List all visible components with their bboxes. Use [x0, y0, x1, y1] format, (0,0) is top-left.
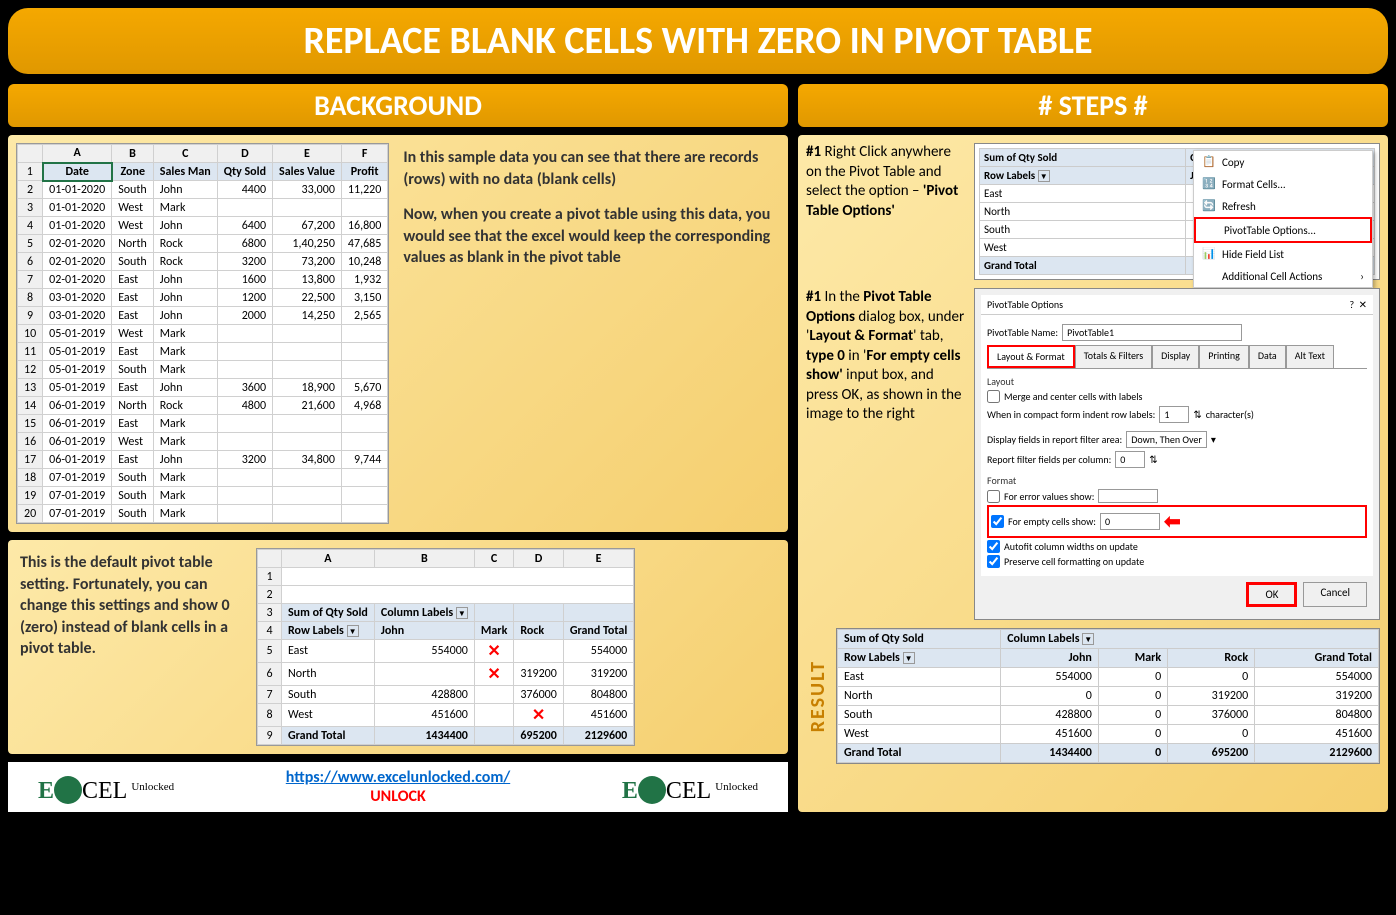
tab-printing[interactable]: Printing [1199, 345, 1249, 368]
menu-hide-field-list[interactable]: 📊Hide Field List [1194, 243, 1372, 265]
default-pivot-panel: This is the default pivot table setting.… [8, 540, 788, 754]
report-filter-input[interactable]: 0 [1115, 451, 1145, 468]
name-label: PivotTable Name: [987, 326, 1058, 339]
dropdown-icon[interactable]: ▼ [1038, 170, 1050, 182]
tab-display[interactable]: Display [1152, 345, 1199, 368]
display-fields-select[interactable]: Down, Then Over [1126, 431, 1207, 448]
pivottable-options-dialog: PivotTable Options ? ✕ PivotTable Name: … [974, 288, 1380, 620]
spinner-icon[interactable]: ⇅ [1193, 408, 1201, 421]
display-fields-label: Display fields in report filter area: [987, 433, 1122, 446]
autofit-checkbox[interactable] [987, 540, 1000, 553]
tab-data[interactable]: Data [1249, 345, 1286, 368]
steps-panel: #1 Right Click anywhere on the Pivot Tab… [798, 135, 1388, 812]
layout-section-label: Layout [987, 375, 1367, 388]
menu-refresh[interactable]: 🔄Refresh [1194, 195, 1372, 217]
page-title: REPLACE BLANK CELLS WITH ZERO IN PIVOT T… [8, 8, 1388, 74]
menu-copy[interactable]: 📋Copy [1194, 151, 1372, 173]
steps-header: # STEPS # [798, 84, 1388, 127]
dialog-tabs: Layout & Format Totals & Filters Display… [987, 345, 1367, 369]
menu-format-cells[interactable]: 🔢Format Cells... [1194, 173, 1372, 195]
empty-cells-checkbox[interactable] [991, 515, 1004, 528]
indent-label: When in compact form indent row labels: [987, 408, 1155, 421]
format-icon: 🔢 [1202, 177, 1216, 191]
tab-totals-filters[interactable]: Totals & Filters [1075, 345, 1152, 368]
logo-right: ECEL Unlocked [622, 770, 758, 805]
background-panel: ABCDEF1DateZoneSales ManQty SoldSales Va… [8, 135, 788, 532]
spinner-icon[interactable]: ⇅ [1149, 453, 1157, 466]
step1-text: #1 Right Click anywhere on the Pivot Tab… [806, 143, 966, 280]
indent-input[interactable]: 1 [1159, 406, 1189, 423]
context-menu: 📋Copy 🔢Format Cells... 🔄Refresh PivotTab… [1193, 150, 1373, 288]
dialog-title: PivotTable Options [987, 298, 1063, 311]
preserve-checkbox[interactable] [987, 555, 1000, 568]
ok-button[interactable]: OK [1246, 582, 1297, 607]
copy-icon: 📋 [1202, 155, 1216, 169]
menu-additional-actions[interactable]: Additional Cell Actions› [1194, 265, 1372, 287]
close-icon[interactable]: ✕ [1359, 298, 1367, 311]
context-menu-screenshot: Sum of Qty SoldColumn Labels Row Labels … [974, 143, 1380, 280]
list-icon: 📊 [1202, 247, 1216, 261]
format-section-label: Format [987, 474, 1367, 487]
magnifier-icon [638, 776, 666, 804]
source-data-table: ABCDEF1DateZoneSales ManQty SoldSales Va… [16, 143, 389, 524]
error-values-checkbox[interactable] [987, 490, 1000, 503]
tab-alt-text[interactable]: Alt Text [1286, 345, 1334, 368]
merge-checkbox[interactable] [987, 390, 1000, 403]
result-label: RESULT [806, 660, 830, 732]
footer: ECEL Unlocked https://www.excelunlocked.… [8, 762, 788, 812]
error-values-input[interactable] [1098, 489, 1158, 503]
cancel-button[interactable]: Cancel [1303, 582, 1367, 607]
step2-text: #1 In the Pivot Table Options dialog box… [806, 288, 966, 620]
default-setting-text: This is the default pivot table setting.… [16, 548, 246, 664]
unlock-label: UNLOCK [370, 787, 426, 806]
website-link[interactable]: https://www.excelunlocked.com/ [286, 768, 510, 787]
pivottable-name-input[interactable]: PivotTable1 [1062, 324, 1242, 341]
background-header: BACKGROUND [8, 84, 788, 127]
dropdown-icon[interactable]: ▾ [1211, 433, 1216, 446]
report-filter-label: Report filter fields per column: [987, 453, 1111, 466]
refresh-icon: 🔄 [1202, 199, 1216, 213]
chevron-right-icon: › [1360, 270, 1364, 283]
arrow-left-icon: ⬅ [1164, 509, 1181, 534]
tab-layout-format[interactable]: Layout & Format [987, 345, 1075, 368]
help-icon[interactable]: ? [1349, 298, 1354, 311]
menu-pivottable-options[interactable]: PivotTable Options... [1194, 217, 1372, 243]
empty-cells-input[interactable]: 0 [1100, 513, 1160, 530]
default-pivot-table: ABCDE123Sum of Qty SoldColumn Labels ▼4R… [256, 548, 635, 746]
background-description: In this sample data you can see that the… [399, 143, 780, 524]
result-pivot-table: Sum of Qty SoldColumn Labels ▼Row Labels… [836, 628, 1380, 764]
magnifier-icon [54, 776, 82, 804]
logo-left: ECEL Unlocked [38, 770, 174, 805]
